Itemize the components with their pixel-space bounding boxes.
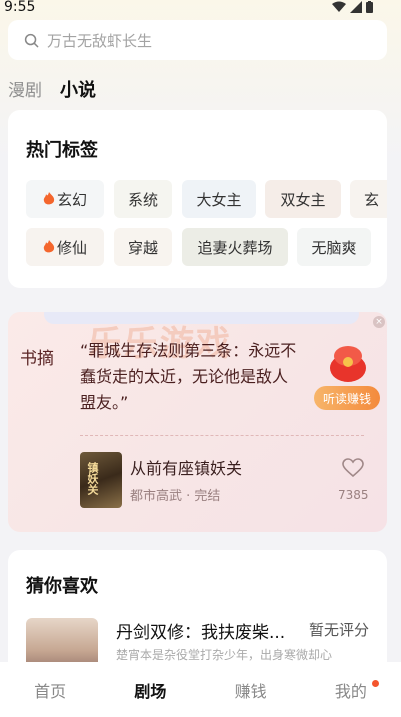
search-input[interactable]: 万古无敌虾长生 (8, 20, 387, 60)
tag-label: 无脑爽 (311, 238, 357, 257)
tag-label: 大女主 (196, 190, 242, 209)
quote-line: 蠢货走的太近，无论他是敌人 (80, 367, 289, 386)
bottom-nav: 首页 剧场 赚钱 我的 (0, 662, 401, 717)
tag-da-nv-zhu[interactable]: 大女主 (182, 180, 256, 218)
signal-icon (350, 1, 362, 13)
fire-icon (43, 192, 55, 206)
nav-home[interactable]: 首页 (0, 662, 100, 717)
tab-novel[interactable]: 小说 (60, 76, 96, 102)
excerpt-label: 书摘 (20, 349, 54, 369)
guess-book-title[interactable]: 丹剑双修：我扶废柴... (116, 618, 285, 643)
book-meta: 都市高武 · 完结 (130, 489, 221, 504)
excerpt-card[interactable]: 乐乐游戏 书摘 “罪城生存法则第三条：永远不 蠢货走的太近，无论他是敌人 盟友。… (8, 312, 387, 532)
like-count: 7385 (338, 488, 369, 502)
tag-system[interactable]: 系统 (114, 180, 172, 218)
hot-tags-card: 热门标签 玄幻 系统 大女主 双女主 玄 修仙 穿越 追妻火葬场 无脑爽 (8, 110, 387, 288)
tag-label: 追妻火葬场 (197, 238, 273, 257)
tab-manju[interactable]: 漫剧 (8, 76, 42, 101)
nav-label: 首页 (34, 681, 67, 701)
heart-icon[interactable] (342, 458, 364, 478)
hot-tags-title: 热门标签 (26, 140, 98, 161)
quote-line: “罪城生存法则第三条：永远不 (80, 341, 297, 360)
tag-label: 穿越 (127, 238, 158, 257)
tag-xuan-partial[interactable]: 玄 (350, 180, 387, 218)
tag-zhuiqi[interactable]: 追妻火葬场 (182, 228, 288, 266)
tag-xiuxian[interactable]: 修仙 (26, 228, 104, 266)
status-bar: 9:55 (0, 0, 401, 18)
tag-label: 系统 (127, 190, 158, 209)
notification-dot (372, 680, 379, 687)
nav-label: 我的 (334, 681, 367, 701)
listen-earn-button[interactable]: 听读赚钱 (314, 386, 380, 410)
wifi-icon (332, 1, 346, 12)
tag-xuanhuan[interactable]: 玄幻 (26, 180, 104, 218)
close-icon[interactable]: × (373, 316, 385, 328)
battery-icon (366, 1, 373, 13)
nav-theater[interactable]: 剧场 (100, 662, 200, 717)
nav-label: 赚钱 (234, 681, 267, 701)
tag-shuang-nv-zhu[interactable]: 双女主 (265, 180, 341, 218)
guess-title: 猜你喜欢 (26, 576, 98, 597)
red-envelope-icon[interactable] (324, 338, 372, 386)
nav-label: 剧场 (134, 681, 167, 701)
book-cover-text: 镇妖关 (86, 462, 99, 495)
tag-label: 玄幻 (56, 190, 87, 209)
status-time: 9:55 (4, 0, 36, 15)
nav-mine[interactable]: 我的 (301, 662, 401, 717)
tag-label: 双女主 (280, 190, 326, 209)
tag-label: 修仙 (56, 238, 87, 257)
top-tabs: 漫剧 小说 (8, 76, 96, 102)
guess-book-desc: 楚宵本是杂役堂打杂少年，出身寒微却心 (116, 648, 333, 662)
book-cover[interactable]: 镇妖关 (80, 452, 122, 508)
tag-label: 玄 (364, 190, 380, 209)
tag-chuanyue[interactable]: 穿越 (114, 228, 172, 266)
nav-earn[interactable]: 赚钱 (201, 662, 301, 717)
tag-wunao[interactable]: 无脑爽 (297, 228, 371, 266)
guess-book-score: 暂无评分 (308, 621, 369, 639)
search-icon (24, 33, 39, 47)
status-icons (332, 1, 373, 13)
divider (80, 435, 364, 436)
fire-icon (43, 240, 55, 254)
search-placeholder: 万古无敌虾长生 (47, 31, 153, 50)
book-title[interactable]: 从前有座镇妖关 (130, 455, 242, 479)
